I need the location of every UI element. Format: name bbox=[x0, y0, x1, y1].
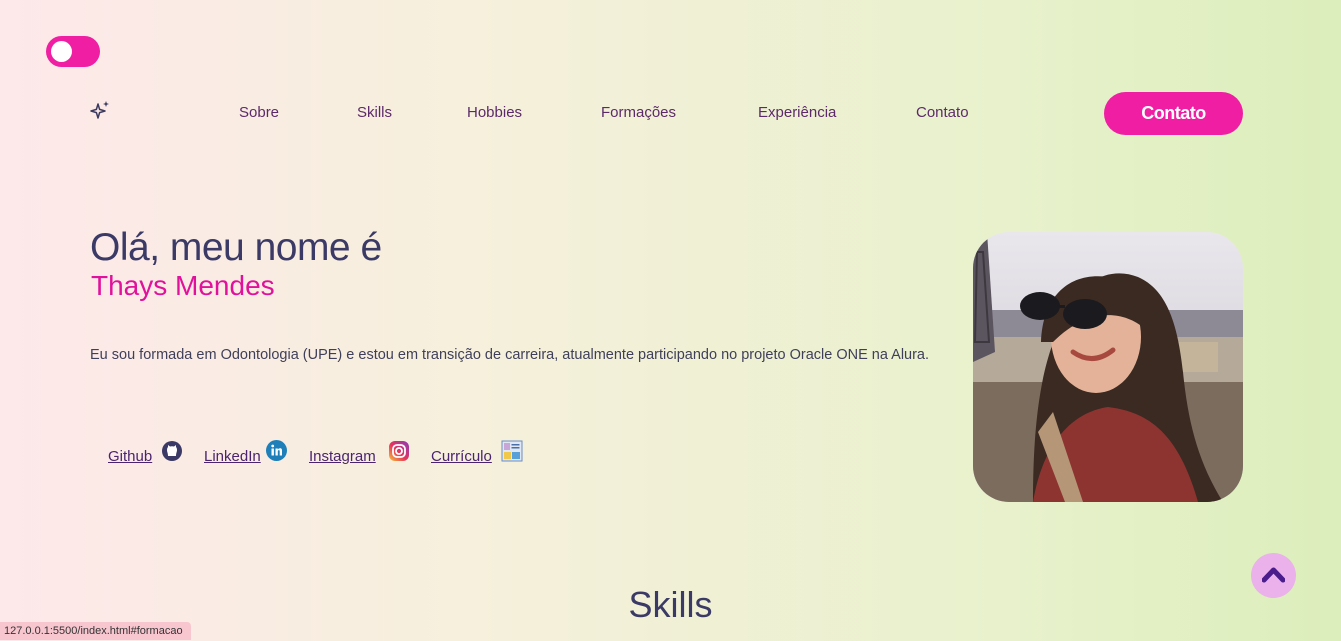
resume-icon bbox=[501, 440, 523, 462]
chevron-up-icon bbox=[1262, 567, 1285, 583]
github-link[interactable]: Github bbox=[108, 441, 182, 465]
status-bar-url: 127.0.0.1:5500/index.html#formacao bbox=[0, 622, 191, 640]
nav-item-skills[interactable]: Skills bbox=[357, 104, 392, 121]
sparkles-icon bbox=[90, 101, 109, 119]
curriculo-link-label: Currículo bbox=[431, 448, 492, 465]
contact-button[interactable]: Contato bbox=[1104, 92, 1243, 135]
instagram-link-label: Instagram bbox=[309, 448, 376, 465]
toggle-knob bbox=[51, 41, 72, 62]
hero-bio: Eu sou formada em Odontologia (UPE) e es… bbox=[90, 347, 930, 363]
instagram-icon bbox=[389, 441, 409, 461]
nav-item-hobbies[interactable]: Hobbies bbox=[467, 104, 522, 121]
nav-item-experiencia[interactable]: Experiência bbox=[758, 104, 836, 121]
profile-photo bbox=[973, 232, 1243, 502]
curriculo-link[interactable]: Currículo bbox=[431, 440, 523, 465]
github-link-label: Github bbox=[108, 448, 153, 465]
linkedin-icon bbox=[266, 440, 287, 461]
instagram-link[interactable]: Instagram bbox=[309, 441, 409, 465]
theme-toggle[interactable] bbox=[46, 36, 100, 67]
nav-item-contato[interactable]: Contato bbox=[916, 104, 969, 121]
linkedin-link[interactable]: LinkedIn bbox=[204, 440, 287, 465]
hero-name: Thays Mendes bbox=[91, 270, 275, 301]
nav-item-sobre[interactable]: Sobre bbox=[239, 104, 279, 121]
linkedin-link-label: LinkedIn bbox=[204, 448, 261, 465]
hero-greeting: Olá, meu nome é bbox=[90, 226, 382, 269]
nav-item-formacoes[interactable]: Formações bbox=[601, 104, 676, 121]
skills-section-title: Skills bbox=[628, 584, 713, 625]
github-icon bbox=[162, 441, 182, 461]
